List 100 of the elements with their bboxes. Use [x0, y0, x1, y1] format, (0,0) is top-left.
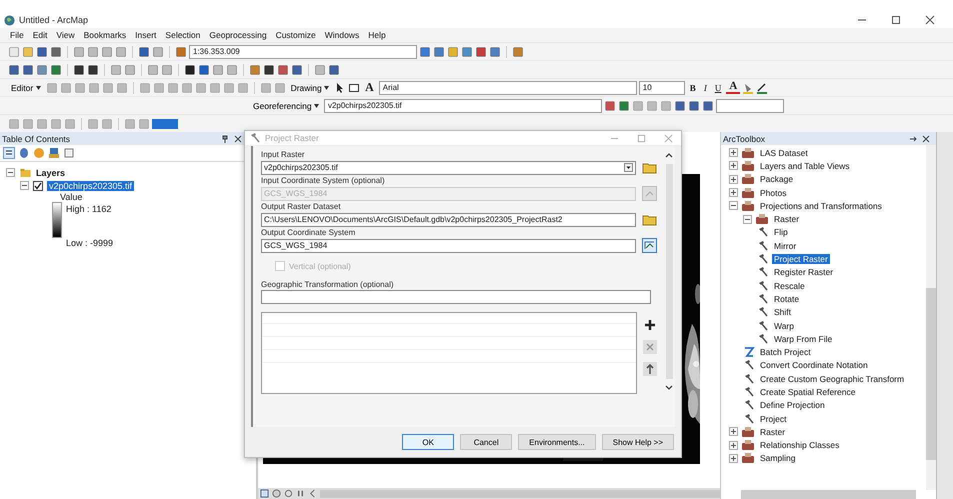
- input-field[interactable]: C:\Users\LENOVO\Documents\ArcGIS\Default.gdb\v2p0chirps202305_ProjectRast2: [261, 212, 636, 226]
- move-up-icon[interactable]: [643, 362, 657, 376]
- menu-item[interactable]: Help: [368, 30, 386, 40]
- data-view-icon[interactable]: [272, 489, 281, 498]
- toolbox-item[interactable]: Layers and Table Views: [758, 160, 852, 171]
- georeferencing-menu[interactable]: Georeferencing: [250, 100, 322, 110]
- toolbox-item[interactable]: Rescale: [772, 280, 807, 291]
- database-icon[interactable]: [18, 147, 30, 159]
- text-tool[interactable]: A: [362, 80, 377, 95]
- font-size-field[interactable]: 10: [638, 80, 685, 94]
- layers-label[interactable]: Layers: [36, 168, 66, 178]
- menu-item[interactable]: Selection: [165, 30, 200, 40]
- scroll-left-icon[interactable]: [308, 489, 317, 498]
- expand-icon[interactable]: [729, 188, 738, 198]
- close-icon[interactable]: [925, 15, 935, 25]
- pin-icon[interactable]: [221, 134, 229, 142]
- delete-icon[interactable]: [643, 340, 657, 354]
- menu-item[interactable]: Geoprocessing: [209, 30, 267, 40]
- layers-icon[interactable]: [48, 147, 60, 159]
- close-icon[interactable]: [234, 134, 242, 142]
- tool-icon[interactable]: [263, 64, 275, 76]
- scroll-up-icon[interactable]: [665, 152, 673, 158]
- expand-icon[interactable]: [729, 440, 738, 450]
- dropdown-field[interactable]: v2p0chirps202305.tif: [261, 160, 636, 174]
- toolbox-item[interactable]: Sampling: [758, 453, 798, 464]
- toolbox-item[interactable]: Create Spatial Reference: [758, 386, 858, 397]
- menu-item[interactable]: Bookmarks: [84, 30, 126, 40]
- toolbox-item[interactable]: Rotate: [772, 294, 802, 304]
- menu-item[interactable]: View: [56, 30, 75, 40]
- menu-item[interactable]: File: [10, 30, 24, 40]
- dialog-button[interactable]: Cancel: [460, 434, 512, 450]
- toolbox-item[interactable]: Project: [758, 414, 788, 424]
- toolbox-item[interactable]: Create Custom Geographic Transform: [758, 374, 906, 384]
- bold-button[interactable]: B: [686, 82, 699, 92]
- tool-icon[interactable]: [73, 64, 85, 76]
- layer-name[interactable]: v2p0chirps202305.tif: [47, 180, 134, 190]
- close-icon[interactable]: [922, 134, 930, 142]
- underline-button[interactable]: U: [712, 82, 724, 92]
- expand-icon[interactable]: [729, 148, 738, 158]
- list-icon[interactable]: [3, 147, 15, 159]
- toolbox-item[interactable]: Shift: [772, 307, 794, 318]
- menu-item[interactable]: Customize: [276, 30, 316, 40]
- toolbox-item[interactable]: Relationship Classes: [758, 440, 842, 450]
- toolbox-item[interactable]: Register Raster: [772, 267, 836, 278]
- toolbox-item[interactable]: Projections and Transformations: [758, 200, 884, 211]
- menu-item[interactable]: Windows: [324, 30, 360, 40]
- toolbox-item[interactable]: Flip: [772, 227, 790, 238]
- list-box[interactable]: [261, 312, 637, 394]
- expand-icon[interactable]: [729, 161, 738, 170]
- dropdown-icon[interactable]: [624, 163, 633, 172]
- scrollbar[interactable]: [926, 145, 936, 490]
- add-icon[interactable]: [643, 318, 657, 332]
- expand-icon[interactable]: [729, 174, 738, 184]
- input-field[interactable]: GCS_WGS_1984: [261, 238, 636, 252]
- toolbox-item[interactable]: Mirror: [772, 240, 798, 251]
- font-color-button[interactable]: A: [726, 81, 740, 94]
- maximize-icon[interactable]: [891, 15, 901, 25]
- scroll-down-icon[interactable]: [665, 385, 673, 391]
- dialog-button[interactable]: Environments...: [518, 434, 596, 450]
- expand-icon[interactable]: [729, 454, 738, 463]
- fill-color-icon[interactable]: [742, 82, 754, 94]
- collapse-icon[interactable]: [6, 168, 15, 177]
- dialog-button[interactable]: Show Help >>: [602, 434, 674, 450]
- toolbox-item[interactable]: Raster: [758, 426, 788, 437]
- scrollbar[interactable]: [741, 490, 916, 499]
- layout-view-icon[interactable]: [260, 489, 269, 498]
- toolbox-item[interactable]: LAS Dataset: [758, 148, 810, 158]
- collapse-icon[interactable]: [743, 214, 752, 224]
- line-color-icon[interactable]: [756, 82, 768, 94]
- scrollbar[interactable]: [320, 490, 720, 498]
- toolbox-item[interactable]: Package: [758, 174, 796, 184]
- toolbox-item[interactable]: Project Raster: [772, 254, 830, 264]
- collapse-icon[interactable]: [729, 201, 738, 210]
- toolbox-item[interactable]: Warp: [772, 320, 796, 330]
- color-swatch-icon[interactable]: [152, 118, 178, 130]
- refresh-icon[interactable]: [284, 489, 293, 498]
- toolbox-item[interactable]: Raster: [772, 214, 802, 224]
- input-field[interactable]: [261, 290, 651, 304]
- toolbox-item[interactable]: Warp From File: [772, 334, 834, 344]
- toolbox-item[interactable]: Photos: [758, 188, 788, 198]
- coordinate-system-icon[interactable]: [642, 238, 657, 253]
- pin-icon[interactable]: [909, 134, 917, 142]
- italic-button[interactable]: I: [700, 82, 710, 92]
- layer-dropdown[interactable]: v2p0chirps202305.tif: [324, 98, 602, 112]
- menu-item[interactable]: Edit: [32, 30, 48, 40]
- menu-item[interactable]: Insert: [135, 30, 156, 40]
- dialog-button[interactable]: OK: [402, 434, 454, 450]
- globe-icon[interactable]: [33, 147, 45, 159]
- expand-icon[interactable]: [729, 427, 738, 436]
- toolbox-item[interactable]: Define Projection: [758, 400, 827, 410]
- tool-icon[interactable]: [184, 64, 196, 76]
- scale-field[interactable]: 1:36.353.009: [189, 44, 417, 58]
- font-field[interactable]: Arial: [378, 80, 637, 94]
- tool-icon[interactable]: [87, 64, 99, 76]
- collapse-icon[interactable]: [20, 181, 29, 190]
- toolbox-item[interactable]: Convert Coordinate Notation: [758, 360, 870, 370]
- drawing-menu[interactable]: Drawing: [288, 82, 332, 92]
- rectangle-icon[interactable]: [348, 82, 360, 94]
- toolbox-item[interactable]: Batch Project: [758, 347, 813, 358]
- layer-checkbox[interactable]: [33, 180, 43, 190]
